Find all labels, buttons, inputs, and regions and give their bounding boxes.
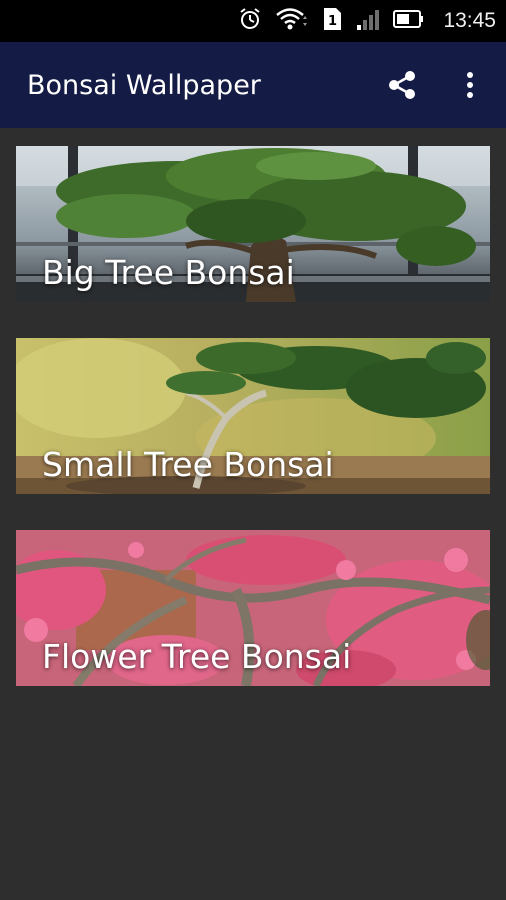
status-bar: 1 13:45	[0, 0, 506, 42]
category-card-flower-tree[interactable]: Flower Tree Bonsai	[16, 530, 490, 686]
app-title: Bonsai Wallpaper	[27, 69, 261, 101]
battery-icon	[393, 6, 425, 36]
more-options-button[interactable]	[454, 65, 486, 105]
status-time: 13:45	[443, 9, 496, 32]
category-card-big-tree[interactable]: Big Tree Bonsai	[16, 146, 490, 302]
sim-icon: 1	[321, 6, 343, 36]
category-label: Big Tree Bonsai	[42, 253, 295, 292]
alarm-icon	[237, 6, 263, 36]
category-list: Big Tree Bonsai Small Tree Bonsai Flower…	[0, 128, 506, 900]
status-icons: 1 13:45	[237, 0, 496, 42]
category-label: Small Tree Bonsai	[42, 445, 334, 484]
app-bar: Bonsai Wallpaper	[0, 42, 506, 128]
sim-label: 1	[328, 14, 337, 29]
share-button[interactable]	[386, 65, 418, 105]
category-card-small-tree[interactable]: Small Tree Bonsai	[16, 338, 490, 494]
share-icon	[389, 71, 415, 99]
category-label: Flower Tree Bonsai	[42, 637, 352, 676]
signal-icon	[355, 6, 381, 36]
wifi-icon	[275, 6, 309, 36]
app-bar-actions	[386, 42, 486, 128]
more-vert-icon	[467, 72, 473, 98]
